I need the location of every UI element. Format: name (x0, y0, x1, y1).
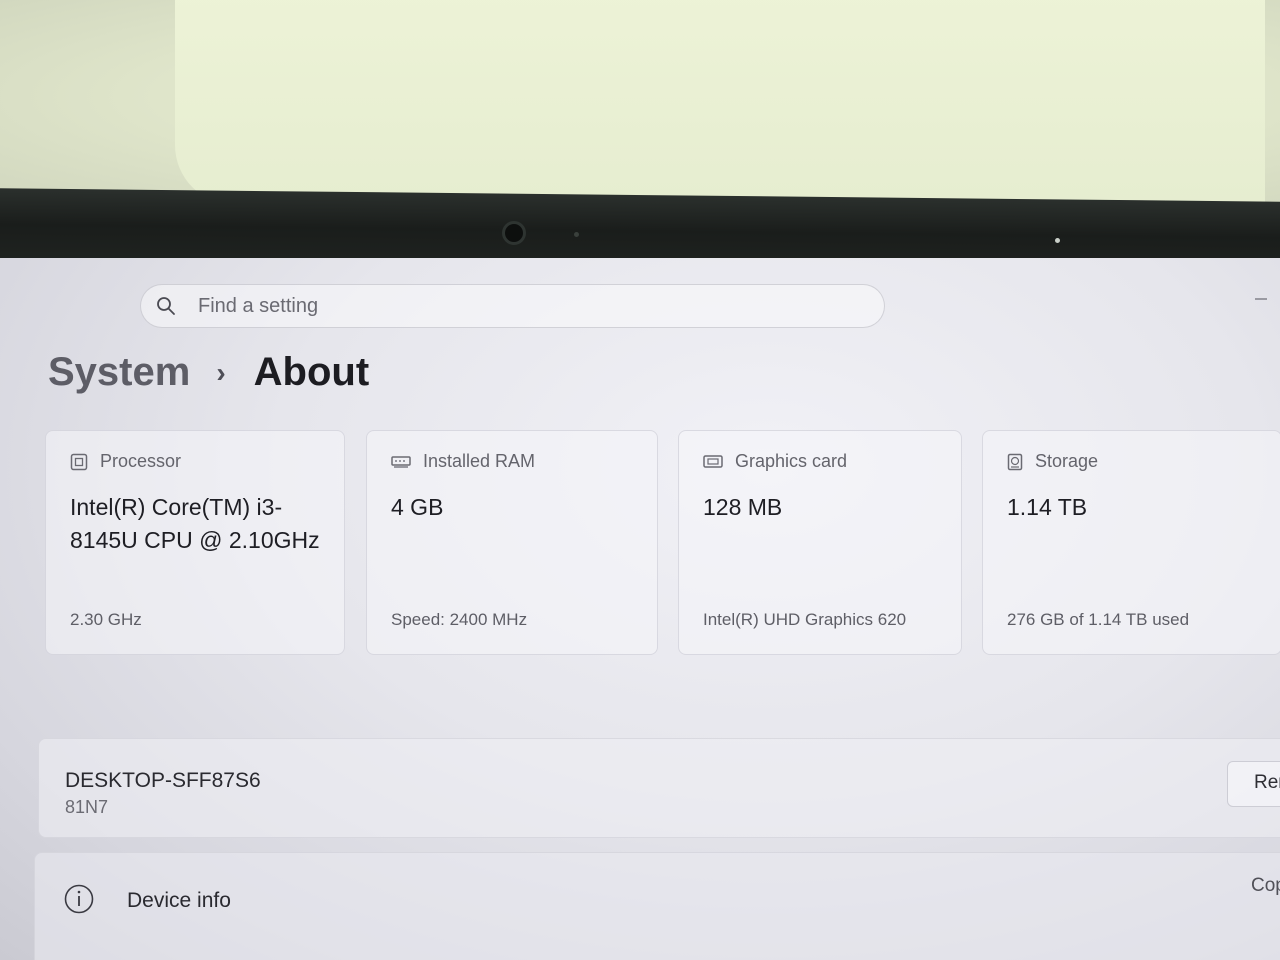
search-input[interactable]: Find a setting (140, 284, 885, 328)
storage-icon (1007, 453, 1023, 470)
storage-value: 1.14 TB (1007, 494, 1088, 520)
webcam-icon (502, 221, 526, 245)
chevron-right-icon: › (216, 356, 226, 388)
ram-value: 4 GB (391, 494, 444, 520)
device-info-label: Device info (127, 889, 231, 912)
processor-label: Processor (100, 451, 182, 471)
sensor-dot (1055, 238, 1060, 243)
graphics-label: Graphics card (735, 451, 848, 471)
spec-card-graphics: Graphics card 128 MB Intel(R) UHD Graphi… (678, 430, 962, 655)
ram-icon (391, 455, 411, 468)
search-placeholder: Find a setting (198, 294, 319, 317)
breadcrumb: System › About (48, 350, 369, 395)
info-icon (64, 884, 94, 914)
processor-icon (70, 453, 88, 470)
processor-value: Intel(R) Core(TM) i3-8145U CPU @ 2.10GHz (70, 494, 320, 553)
ram-speed: Speed: 2400 MHz (391, 610, 528, 629)
graphics-value: 128 MB (703, 494, 783, 520)
spec-card-storage: Storage 1.14 TB 276 GB of 1.14 TB used (982, 430, 1280, 655)
device-model: 81N7 (65, 797, 109, 817)
graphics-model: Intel(R) UHD Graphics 620 (703, 610, 907, 629)
device-info-panel[interactable]: Device info Copy (34, 852, 1280, 960)
ram-label: Installed RAM (423, 451, 536, 471)
storage-usage: 276 GB of 1.14 TB used (1007, 610, 1190, 629)
spec-card-ram: Installed RAM 4 GB Speed: 2400 MHz (366, 430, 658, 655)
minimize-icon[interactable] (1255, 298, 1267, 300)
webcam-led (574, 232, 579, 237)
processor-speed: 2.30 GHz (70, 610, 142, 629)
spec-card-processor: Processor Intel(R) Core(TM) i3-8145U CPU… (45, 430, 345, 655)
device-name-panel: DESKTOP-SFF87S6 81N7 Rename (38, 738, 1280, 838)
search-icon (157, 297, 175, 315)
device-name: DESKTOP-SFF87S6 (65, 769, 261, 792)
settings-window: Find a setting System › About Processor … (0, 258, 1280, 960)
copy-button[interactable]: Copy (1251, 875, 1280, 897)
graphics-card-icon (703, 454, 723, 468)
rename-button[interactable]: Rename (1227, 761, 1280, 807)
storage-label: Storage (1035, 451, 1099, 471)
background-paper (175, 0, 1265, 205)
breadcrumb-system[interactable]: System (48, 350, 190, 395)
page-title: About (253, 350, 370, 394)
